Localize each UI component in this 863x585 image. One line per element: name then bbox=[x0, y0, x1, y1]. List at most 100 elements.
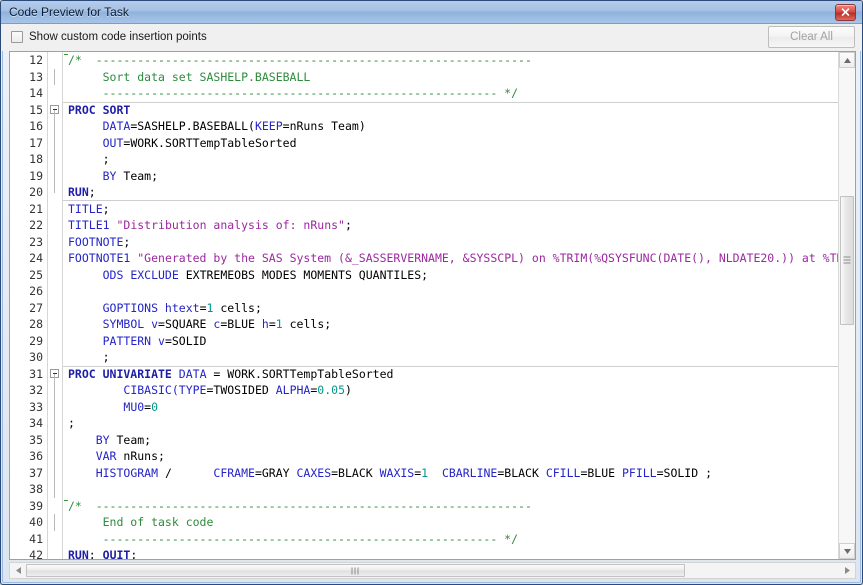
line-number: 31 bbox=[10, 366, 48, 383]
close-button[interactable] bbox=[835, 4, 856, 21]
code-lines-container: 12 /* -----------------------------------… bbox=[10, 52, 838, 559]
code-token-plain: = bbox=[269, 317, 276, 331]
scroll-up-button[interactable] bbox=[839, 52, 855, 68]
fold-gutter-cell bbox=[48, 135, 63, 152]
horizontal-scroll-thumb[interactable] bbox=[26, 564, 685, 577]
line-number: 42 bbox=[10, 547, 48, 559]
code-line[interactable]: 20RUN; bbox=[10, 184, 838, 201]
code-token-plain: ; bbox=[123, 235, 130, 249]
code-token-keyword_alt: ALPHA bbox=[276, 383, 311, 397]
line-number: 35 bbox=[10, 432, 48, 449]
code-line[interactable]: 32 CIBASIC(TYPE=TWOSIDED ALPHA=0.05) bbox=[10, 382, 838, 399]
code-line[interactable]: 36 VAR nRuns; bbox=[10, 448, 838, 465]
clear-all-button[interactable]: Clear All bbox=[768, 26, 855, 48]
code-token-plain: cells; bbox=[213, 301, 261, 315]
code-line[interactable]: 41 -------------------------------------… bbox=[10, 531, 838, 548]
code-token-keyword_alt: TITLE bbox=[68, 202, 103, 216]
code-token-plain: ; bbox=[103, 202, 110, 216]
code-line-text: OUT=WORK.SORTTempTableSorted bbox=[63, 135, 838, 152]
code-line[interactable]: 33 MU0=0 bbox=[10, 399, 838, 416]
code-token-keyword_alt: PATTERN v bbox=[103, 334, 165, 348]
code-token-plain bbox=[68, 169, 103, 183]
code-line[interactable]: 21TITLE; bbox=[10, 201, 838, 218]
code-line-text: GOPTIONS htext=1 cells; bbox=[63, 300, 838, 317]
code-token-keyword_alt: MU0 bbox=[123, 400, 144, 414]
fold-gutter-cell bbox=[48, 102, 63, 119]
code-line[interactable]: 24FOOTNOTE1 "Generated by the SAS System… bbox=[10, 250, 838, 267]
code-line[interactable]: 31PROC UNIVARIATE DATA = WORK.SORTTempTa… bbox=[10, 366, 838, 383]
code-line[interactable]: 30 ; bbox=[10, 349, 838, 366]
code-token-plain bbox=[68, 301, 103, 315]
code-token-keyword_alt: OUT bbox=[103, 136, 124, 150]
code-token-comment: ----------------------------------------… bbox=[68, 86, 518, 100]
fold-guide-line bbox=[54, 432, 55, 449]
code-line-text: BY Team; bbox=[63, 432, 838, 449]
code-line[interactable]: 13 Sort data set SASHELP.BASEBALL bbox=[10, 69, 838, 86]
code-token-plain bbox=[68, 400, 123, 414]
fold-guide-line bbox=[54, 399, 55, 416]
fold-guide-line bbox=[54, 465, 55, 482]
code-line-text bbox=[63, 481, 838, 498]
line-number: 24 bbox=[10, 250, 48, 267]
code-token-keyword_alt: h bbox=[262, 317, 269, 331]
fold-gutter-cell bbox=[48, 415, 63, 432]
code-viewport[interactable]: 12 /* -----------------------------------… bbox=[10, 52, 838, 559]
fold-guide-line bbox=[54, 135, 55, 152]
show-insertion-points-control[interactable]: Show custom code insertion points bbox=[11, 31, 207, 43]
code-line[interactable]: 23FOOTNOTE; bbox=[10, 234, 838, 251]
code-line[interactable]: 14 -------------------------------------… bbox=[10, 85, 838, 102]
code-token-keyword_alt: CIBASIC(TYPE bbox=[123, 383, 206, 397]
line-number: 38 bbox=[10, 481, 48, 498]
horizontal-scroll-track[interactable] bbox=[26, 563, 839, 578]
code-line[interactable]: 35 BY Team; bbox=[10, 432, 838, 449]
fold-guide-line bbox=[54, 415, 55, 432]
fold-gutter-cell bbox=[48, 151, 63, 168]
vertical-scroll-thumb[interactable] bbox=[840, 196, 854, 324]
code-line[interactable]: 18 ; bbox=[10, 151, 838, 168]
vertical-scrollbar[interactable] bbox=[838, 52, 855, 559]
code-line[interactable]: 17 OUT=WORK.SORTTempTableSorted bbox=[10, 135, 838, 152]
triangle-right-icon bbox=[845, 567, 850, 574]
fold-gutter-cell bbox=[48, 118, 63, 135]
code-token-keyword_alt: CAXES bbox=[297, 466, 332, 480]
scroll-down-button[interactable] bbox=[839, 543, 855, 559]
code-line[interactable]: 42RUN; QUIT; bbox=[10, 547, 838, 559]
fold-guide-line bbox=[54, 110, 55, 119]
close-x-icon bbox=[841, 8, 850, 17]
code-line[interactable]: 15PROC SORT bbox=[10, 102, 838, 119]
code-token-plain: ; bbox=[68, 152, 110, 166]
vertical-scroll-track[interactable] bbox=[839, 68, 855, 543]
code-token-keyword_alt: VAR bbox=[96, 449, 117, 463]
code-line[interactable]: 16 DATA=SASHELP.BASEBALL(KEEP=nRuns Team… bbox=[10, 118, 838, 135]
code-line[interactable]: 38 bbox=[10, 481, 838, 498]
code-line[interactable]: 25 ODS EXCLUDE EXTREMEOBS MODES MOMENTS … bbox=[10, 267, 838, 284]
code-token-plain: nRuns; bbox=[116, 449, 164, 463]
fold-gutter-cell bbox=[48, 349, 63, 366]
code-line[interactable]: 37 HISTOGRAM / CFRAME=GRAY CAXES=BLACK W… bbox=[10, 465, 838, 482]
scroll-right-button[interactable] bbox=[839, 563, 855, 578]
code-line[interactable]: 34; bbox=[10, 415, 838, 432]
scroll-left-button[interactable] bbox=[10, 563, 26, 578]
code-line[interactable]: 40 End of task code bbox=[10, 514, 838, 531]
code-line[interactable]: 26 bbox=[10, 283, 838, 300]
horizontal-scrollbar[interactable] bbox=[9, 562, 856, 579]
fold-gutter-cell bbox=[48, 234, 63, 251]
code-line[interactable]: 19 BY Team; bbox=[10, 168, 838, 185]
code-token-keyword_alt: CFILL bbox=[546, 466, 581, 480]
code-line-text: /* -------------------------------------… bbox=[63, 52, 838, 69]
code-line[interactable]: 29 PATTERN v=SOLID bbox=[10, 333, 838, 350]
code-token-keyword_alt: HISTOGRAM bbox=[96, 466, 158, 480]
code-line-text: End of task code bbox=[63, 514, 838, 531]
code-line[interactable]: 28 SYMBOL v=SQUARE c=BLUE h=1 cells; bbox=[10, 316, 838, 333]
line-number: 12 bbox=[10, 52, 48, 69]
title-bar[interactable]: Code Preview for Task bbox=[1, 1, 862, 24]
fold-gutter-cell bbox=[48, 448, 63, 465]
code-line[interactable]: 22TITLE1 "Distribution analysis of: nRun… bbox=[10, 217, 838, 234]
show-insertion-points-checkbox[interactable] bbox=[11, 31, 23, 43]
code-line[interactable]: 12 /* -----------------------------------… bbox=[10, 52, 838, 69]
code-token-string: "Generated by the SAS System (&_SASSERVE… bbox=[137, 251, 838, 265]
window-title: Code Preview for Task bbox=[9, 5, 129, 19]
code-line[interactable]: 27 GOPTIONS htext=1 cells; bbox=[10, 300, 838, 317]
line-number: 26 bbox=[10, 283, 48, 300]
code-line[interactable]: 39/* -----------------------------------… bbox=[10, 498, 838, 515]
